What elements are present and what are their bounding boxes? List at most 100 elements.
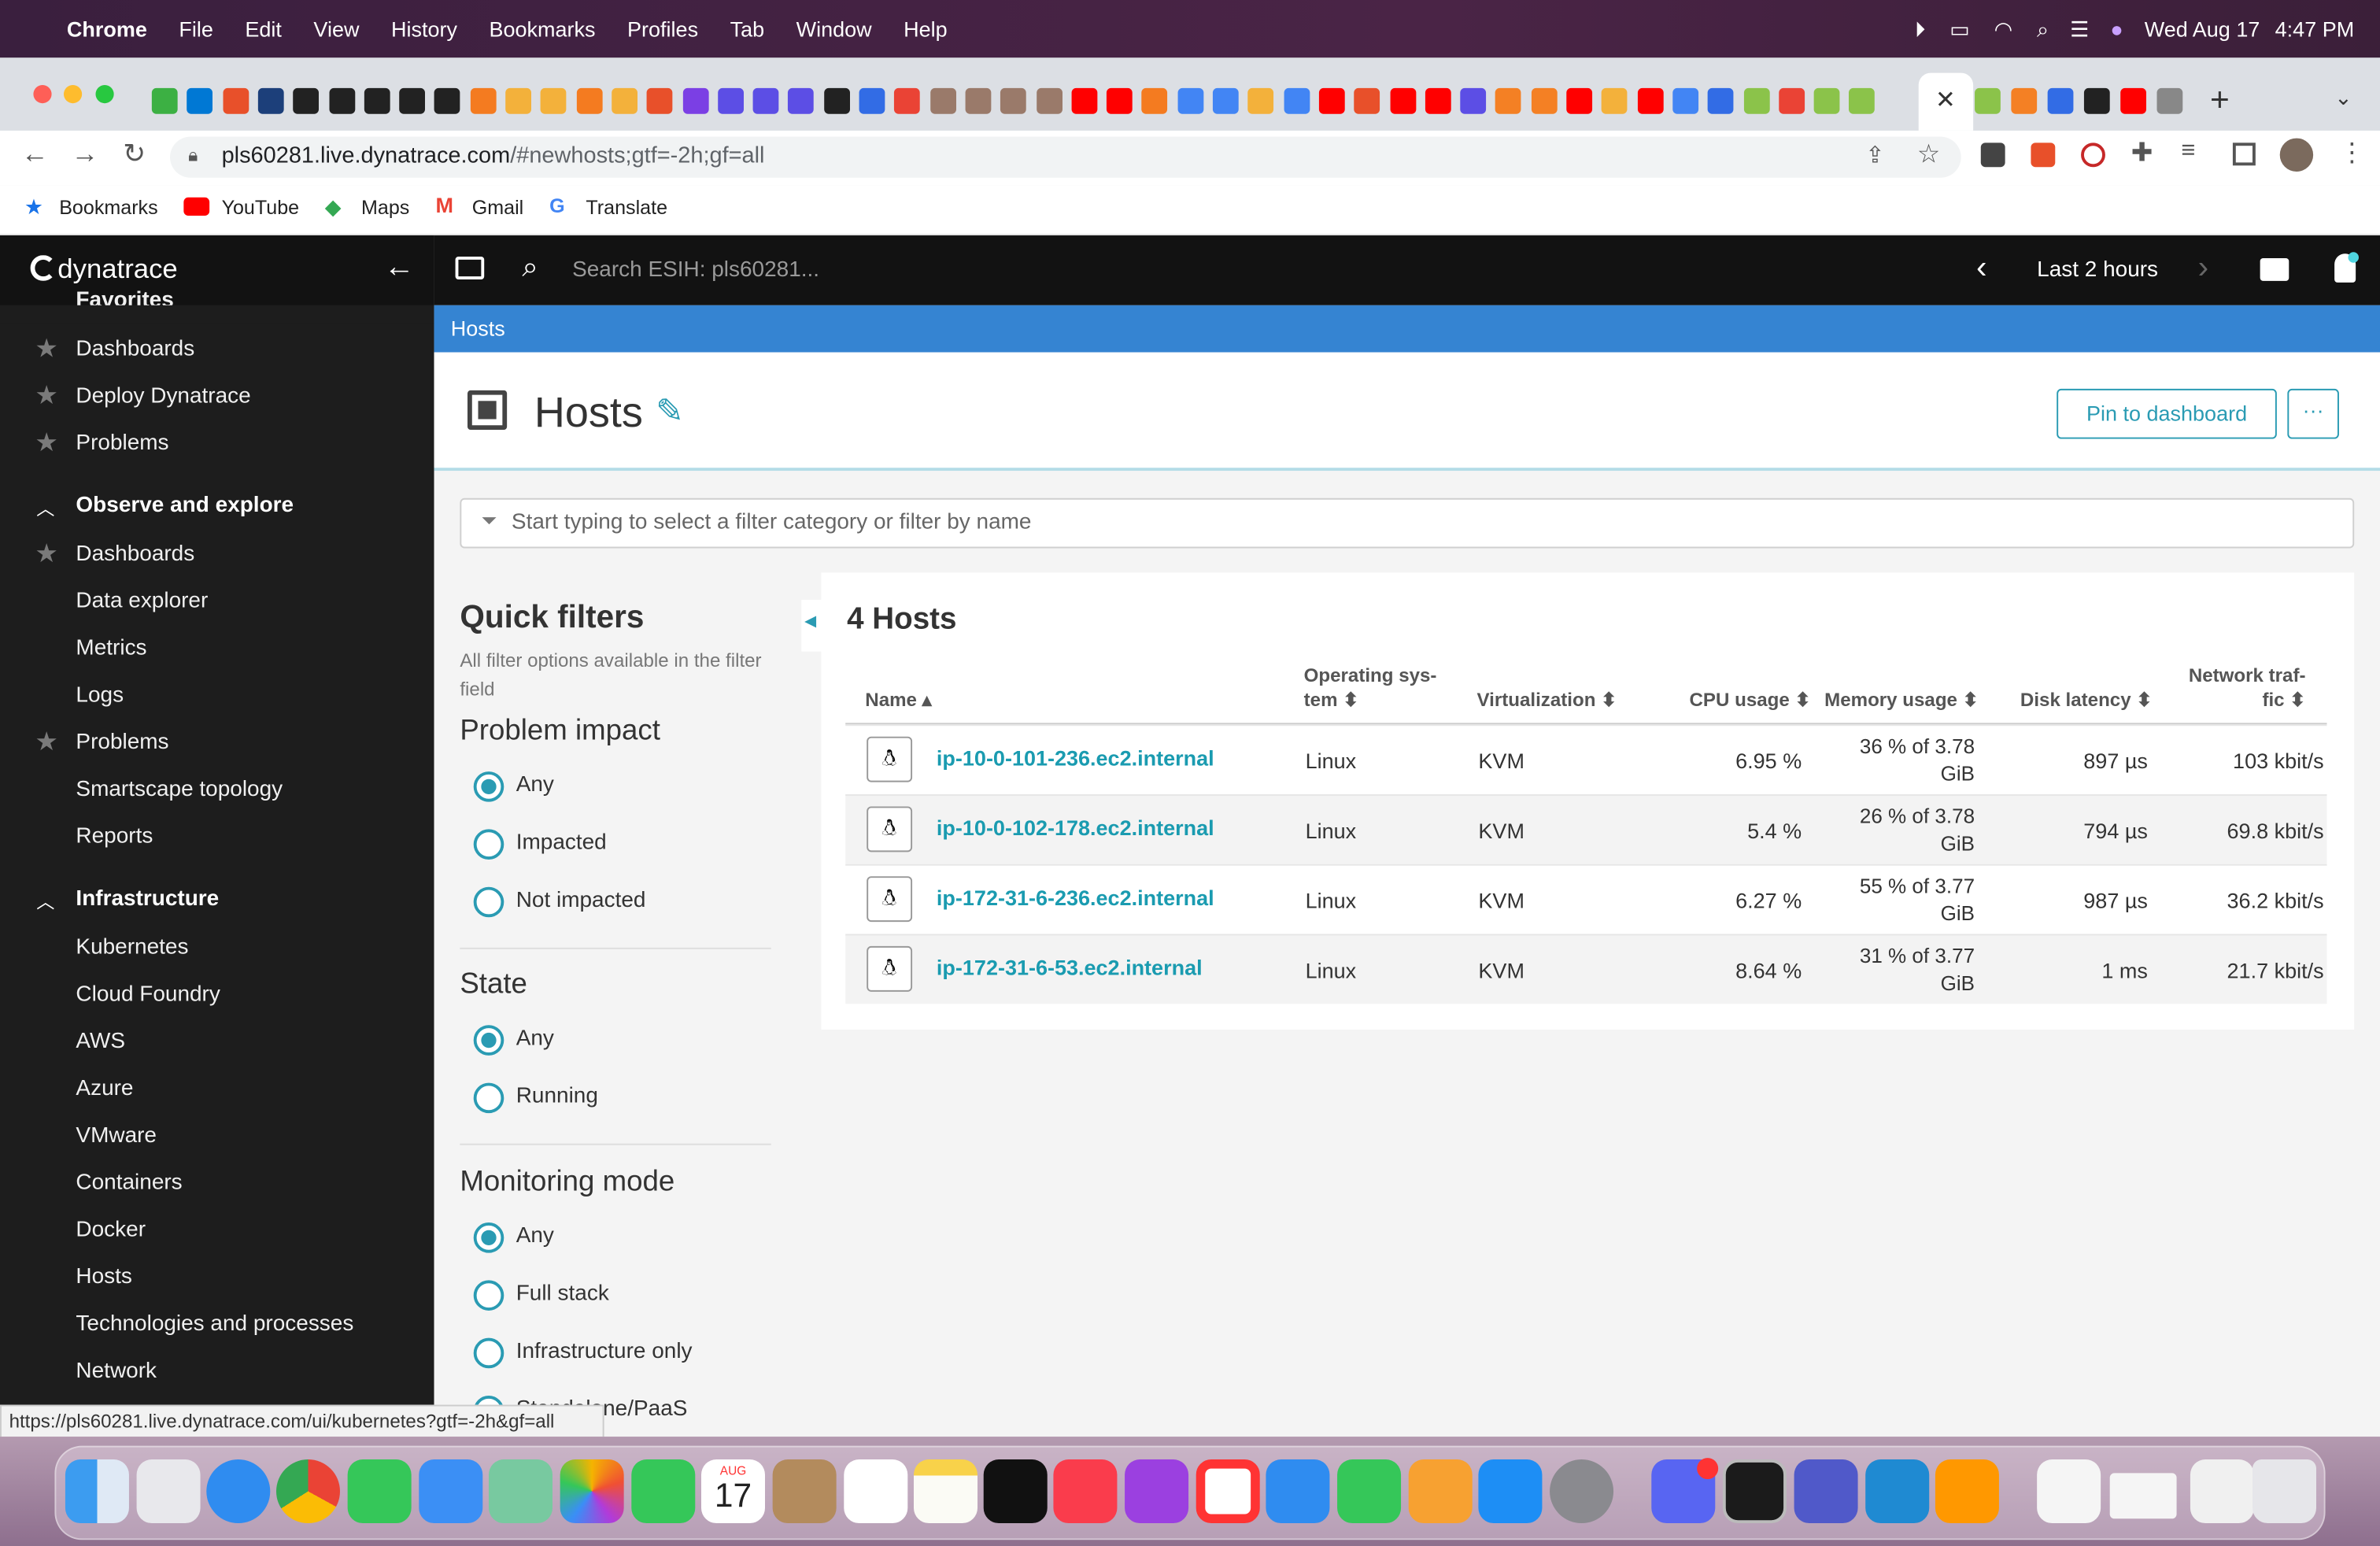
mode-infrastructure-radio[interactable] <box>473 1337 504 1369</box>
tab-favicon-icon[interactable] <box>1460 87 1487 114</box>
tab-favicon-icon[interactable] <box>1107 87 1133 114</box>
mode-infrastructure-label[interactable]: Infrastructure only <box>516 1340 693 1364</box>
bookmark-star-icon[interactable]: ☆ <box>1917 139 1940 170</box>
sidebar-item-data-explorer[interactable]: Data explorer <box>76 590 208 614</box>
sidebar-item-docker[interactable]: Docker <box>76 1218 146 1242</box>
host-link[interactable]: ip-172-31-6-236.ec2.internal <box>937 886 1214 910</box>
sidebar-item-hosts[interactable]: Hosts <box>76 1265 132 1289</box>
calendar-icon[interactable]: AUG 17 <box>700 1459 765 1524</box>
chevron-up-icon[interactable]: ︿ <box>36 495 54 521</box>
tab-favicon-icon[interactable] <box>1531 87 1558 114</box>
pin-to-dashboard-button[interactable]: Pin to dashboard <box>2057 388 2277 439</box>
recent-numbers-icon[interactable] <box>2190 1459 2254 1524</box>
gmail-icon[interactable]: M <box>435 193 453 217</box>
battery-icon[interactable]: ▭ <box>1949 16 1970 42</box>
tab-favicon-icon[interactable] <box>2120 87 2146 114</box>
reload-icon[interactable]: ↻ <box>123 139 146 171</box>
youtube-icon[interactable] <box>183 197 210 216</box>
bookmark-translate[interactable]: Translate <box>586 196 667 219</box>
tab-favicon-icon[interactable] <box>682 87 708 114</box>
state-running-label[interactable]: Running <box>516 1084 598 1108</box>
side-panel-icon[interactable] <box>2232 142 2256 166</box>
col-header-disk[interactable]: Disk latency ⬍ <box>2020 688 2153 712</box>
trash-icon[interactable] <box>2252 1459 2316 1524</box>
more-actions-button[interactable]: ··· <box>2287 388 2339 439</box>
state-any-radio[interactable] <box>473 1025 504 1056</box>
tab-favicon-icon[interactable] <box>859 87 885 114</box>
sidebar-item-containers[interactable]: Containers <box>76 1171 182 1195</box>
tab-favicon-icon[interactable] <box>2083 87 2110 114</box>
pages-icon[interactable] <box>1408 1459 1473 1524</box>
collapse-filters-tab[interactable]: ◀ <box>801 600 823 652</box>
numbers-icon[interactable] <box>1337 1459 1402 1524</box>
sidebar-section-observe[interactable]: Observe and explore <box>76 494 294 518</box>
back-icon[interactable]: ← <box>21 139 49 171</box>
menu-tab[interactable]: Tab <box>730 17 765 41</box>
tab-favicon-icon[interactable] <box>2011 87 2038 114</box>
sidebar-item-problems[interactable]: Problems <box>76 730 168 755</box>
edit-title-icon[interactable]: ✎ <box>656 392 684 431</box>
notes-icon[interactable] <box>913 1459 978 1524</box>
launchpad-icon[interactable] <box>136 1459 201 1524</box>
breadcrumb-hosts[interactable]: Hosts <box>451 316 505 340</box>
menu-bookmarks[interactable]: Bookmarks <box>489 17 595 41</box>
mode-full-stack-radio[interactable] <box>473 1280 504 1311</box>
bookmark-youtube[interactable]: YouTube <box>222 196 300 219</box>
bookmarks-star-icon[interactable]: ★ <box>24 194 43 220</box>
forward-icon[interactable]: → <box>72 139 99 171</box>
tab-favicon-icon[interactable] <box>1318 87 1345 114</box>
state-running-radio[interactable] <box>473 1082 504 1114</box>
timeframe-next-icon[interactable]: › <box>2198 250 2209 287</box>
tab-search-chevron-icon[interactable]: ⌄ <box>2334 85 2352 111</box>
apple-tv-icon[interactable] <box>983 1459 1048 1524</box>
menu-edit[interactable]: Edit <box>245 17 282 41</box>
sidebar-item-network[interactable]: Network <box>76 1359 157 1384</box>
tab-favicon-icon[interactable] <box>1389 87 1416 114</box>
sidebar-item-kubernetes[interactable]: Kubernetes <box>76 935 188 960</box>
tab-favicon-icon[interactable] <box>576 87 602 114</box>
menu-file[interactable]: File <box>179 17 213 41</box>
mode-full-stack-label[interactable]: Full stack <box>516 1282 609 1306</box>
tab-favicon-icon[interactable] <box>1743 87 1769 114</box>
chrome-menu-icon[interactable]: ⋮ <box>2339 139 2365 169</box>
tab-favicon-icon[interactable] <box>788 87 815 114</box>
bookmark-gmail[interactable]: Gmail <box>472 196 523 219</box>
sidebar-item-technologies[interactable]: Technologies and processes <box>76 1312 353 1337</box>
podcasts-icon[interactable] <box>1125 1459 1189 1524</box>
tab-favicon-icon[interactable] <box>1708 87 1734 114</box>
tab-favicon-icon[interactable] <box>1602 87 1628 114</box>
sidebar-item-vmware[interactable]: VMware <box>76 1124 157 1148</box>
sidebar-item-deploy-dynatrace[interactable]: Deploy Dynatrace <box>76 384 250 409</box>
filter-bar[interactable]: ⏷ Start typing to select a filter catego… <box>460 497 2355 549</box>
maps-app-icon[interactable] <box>488 1459 552 1524</box>
monitor-icon[interactable] <box>455 257 485 279</box>
new-tab-icon[interactable]: + <box>2210 80 2230 120</box>
collapse-sidebar-icon[interactable]: ← <box>384 250 415 285</box>
app-store-icon[interactable] <box>1478 1459 1543 1524</box>
col-header-memory[interactable]: Memory usage ⬍ <box>1824 688 1979 712</box>
tab-favicon-icon[interactable] <box>2156 87 2183 114</box>
tab-favicon-icon[interactable] <box>1354 87 1380 114</box>
sidebar-item-logs[interactable]: Logs <box>76 683 124 708</box>
table-row[interactable]: 🐧︎ ip-172-31-6-53.ec2.internal Linux KVM… <box>845 934 2327 1004</box>
tab-favicon-icon[interactable] <box>328 87 355 114</box>
tab-favicon-icon[interactable] <box>1672 87 1698 114</box>
menu-history[interactable]: History <box>391 17 457 41</box>
tab-favicon-icon[interactable] <box>364 87 390 114</box>
tab-favicon-icon[interactable] <box>1778 87 1805 114</box>
extension-icon-3[interactable] <box>2081 142 2105 168</box>
terminal-icon[interactable] <box>1722 1459 1787 1524</box>
sidebar-item-favorite-dashboards[interactable]: Dashboards <box>76 337 194 361</box>
active-tab[interactable]: ✕ <box>1918 72 1974 131</box>
extension-icon-1[interactable] <box>1980 142 2005 168</box>
sidebar-item-reports[interactable]: Reports <box>76 825 153 849</box>
teams-icon[interactable] <box>1794 1459 1858 1524</box>
vscode-icon[interactable] <box>1865 1459 1930 1524</box>
tab-favicon-icon[interactable] <box>1071 87 1097 114</box>
menu-help[interactable]: Help <box>904 17 948 41</box>
menubar-date[interactable]: Wed Aug 17 <box>2145 17 2260 41</box>
menu-window[interactable]: Window <box>796 17 872 41</box>
problem-not-impacted-radio[interactable] <box>473 886 504 918</box>
contacts-icon[interactable] <box>772 1459 837 1524</box>
sidebar-item-cloud-foundry[interactable]: Cloud Foundry <box>76 982 220 1007</box>
